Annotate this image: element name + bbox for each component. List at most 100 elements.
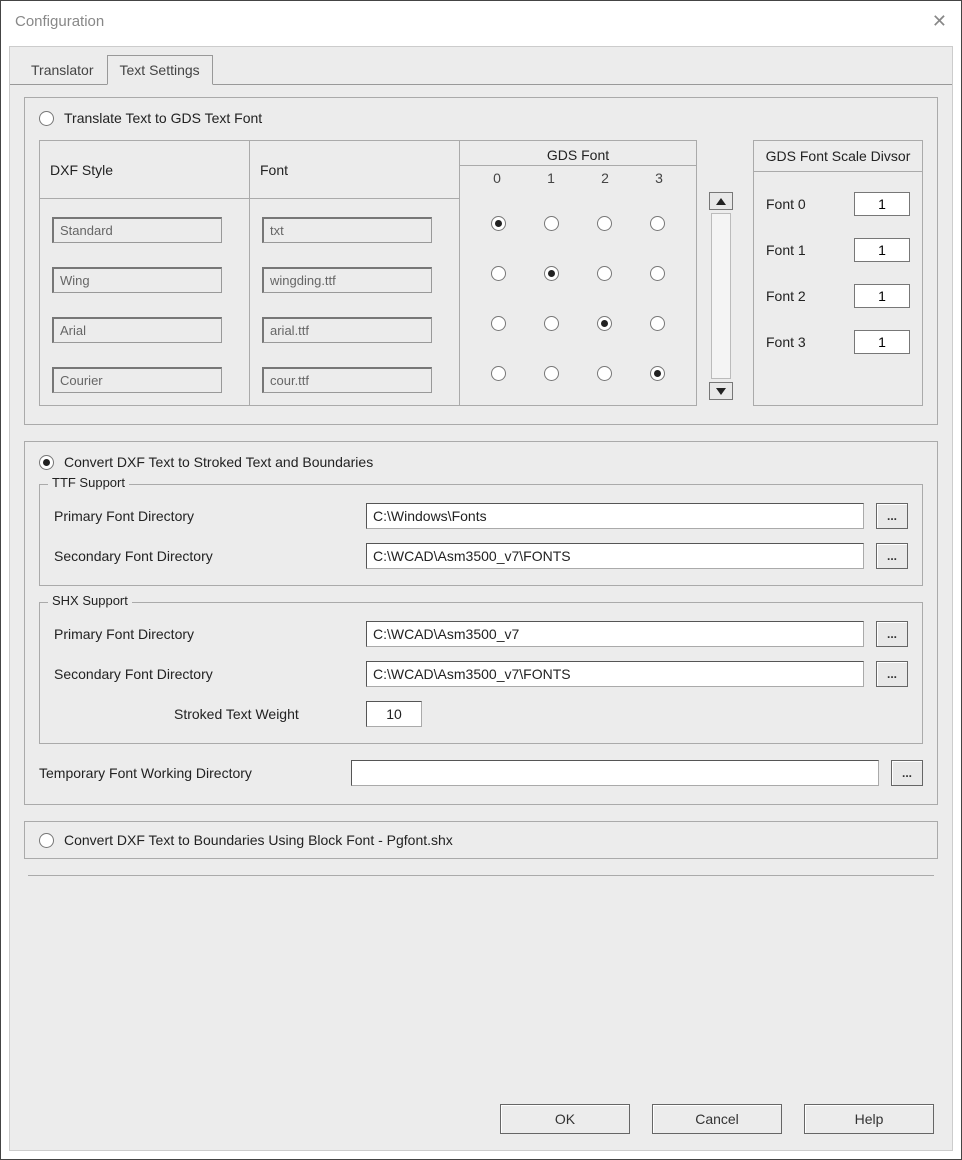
tab-translator[interactable]: Translator [18,55,107,85]
divisor-input-1[interactable] [854,238,910,262]
gds-row-0 [472,210,684,236]
divisor-input-0[interactable] [854,192,910,216]
radio-translate-gds[interactable] [39,111,54,126]
divisor-row-3: Font 3 [766,330,910,354]
panel-convert-block: Convert DXF Text to Boundaries Using Blo… [24,821,938,859]
label-convert-block: Convert DXF Text to Boundaries Using Blo… [64,832,453,848]
gds-radio-2-0[interactable] [491,316,506,331]
spin-down-button[interactable] [709,382,733,400]
font-3 [262,367,432,393]
option-convert-block[interactable]: Convert DXF Text to Boundaries Using Blo… [39,832,923,848]
label-temp-dir: Temporary Font Working Directory [39,765,339,781]
dxf-style-body [40,199,249,405]
gds-radio-0-1[interactable] [544,216,559,231]
divisor-input-2[interactable] [854,284,910,308]
font-body [250,199,459,405]
divisor-label-3: Font 3 [766,334,806,350]
divisor-label-0: Font 0 [766,196,806,212]
label-ttf-secondary: Secondary Font Directory [54,548,354,564]
row-ttf-primary: Primary Font Directory ... [54,503,908,529]
spin-up-button[interactable] [709,192,733,210]
input-shx-primary[interactable] [366,621,864,647]
input-ttf-primary[interactable] [366,503,864,529]
tab-strip: Translator Text Settings [18,55,952,85]
gds-radio-1-0[interactable] [491,266,506,281]
dxf-style-0 [52,217,222,243]
browse-ttf-secondary[interactable]: ... [876,543,908,569]
label-translate-gds: Translate Text to GDS Text Font [64,110,262,126]
gds-radio-0-2[interactable] [597,216,612,231]
gds-radio-1-3[interactable] [650,266,665,281]
panel-convert-stroked: Convert DXF Text to Stroked Text and Bou… [24,441,938,805]
browse-ttf-primary[interactable]: ... [876,503,908,529]
label-convert-stroked: Convert DXF Text to Stroked Text and Bou… [64,454,373,470]
label-stroked-weight: Stroked Text Weight [54,706,354,722]
cancel-button[interactable]: Cancel [652,1104,782,1134]
gds-radio-1-1[interactable] [544,266,559,281]
input-stroked-weight[interactable] [366,701,422,727]
panel-translate-gds: Translate Text to GDS Text Font DXF Styl… [24,97,938,425]
group-ttf-support: TTF Support Primary Font Directory ... S… [39,484,923,586]
gds-radio-0-0[interactable] [491,216,506,231]
font-layout: DXF Style Font [39,140,923,406]
dxf-style-2 [52,317,222,343]
row-stroked-weight: Stroked Text Weight [54,701,908,727]
gds-row-1 [472,260,684,286]
col-font: Font [250,141,459,199]
gds-body [460,192,696,398]
legend-ttf: TTF Support [48,475,129,490]
divisor-input-3[interactable] [854,330,910,354]
group-shx-support: SHX Support Primary Font Directory ... S… [39,602,923,744]
font-2 [262,317,432,343]
gds-radio-3-1[interactable] [544,366,559,381]
browse-temp-dir[interactable]: ... [891,760,923,786]
option-translate-gds[interactable]: Translate Text to GDS Text Font [39,110,923,126]
browse-shx-secondary[interactable]: ... [876,661,908,687]
spin-track[interactable] [711,213,731,379]
ok-button[interactable]: OK [500,1104,630,1134]
input-shx-secondary[interactable] [366,661,864,687]
gds-col-1: 1 [547,170,555,186]
gds-radio-3-3[interactable] [650,366,665,381]
divisor-row-1: Font 1 [766,238,910,262]
dialog-client: Translator Text Settings Translate Text … [9,46,953,1151]
gds-radio-1-2[interactable] [597,266,612,281]
divisor-label-2: Font 2 [766,288,806,304]
close-icon[interactable]: ✕ [932,11,947,32]
gds-col-2: 2 [601,170,609,186]
chevron-down-icon [716,388,726,395]
dialog-buttons: OK Cancel Help [500,1104,934,1134]
row-shx-secondary: Secondary Font Directory ... [54,661,908,687]
gds-radio-2-2[interactable] [597,316,612,331]
tab-text-settings[interactable]: Text Settings [107,55,213,85]
gds-radio-3-2[interactable] [597,366,612,381]
input-ttf-secondary[interactable] [366,543,864,569]
radio-convert-stroked[interactable] [39,455,54,470]
divisor-body: Font 0 Font 1 Font 2 [754,172,922,374]
help-button[interactable]: Help [804,1104,934,1134]
window-title: Configuration [15,13,104,30]
legend-shx: SHX Support [48,593,132,608]
gds-radio-2-1[interactable] [544,316,559,331]
option-convert-stroked[interactable]: Convert DXF Text to Stroked Text and Bou… [39,454,923,470]
panel-scale-divisor: GDS Font Scale Divsor Font 0 Font 1 [753,140,923,406]
gds-row-3 [472,360,684,386]
row-temp-dir: Temporary Font Working Directory ... [39,760,923,786]
gds-radio-2-3[interactable] [650,316,665,331]
label-ttf-primary: Primary Font Directory [54,508,354,524]
dxf-style-1 [52,267,222,293]
gds-radio-3-0[interactable] [491,366,506,381]
gds-col-3: 3 [655,170,663,186]
col-gds-font: GDS Font [460,141,696,166]
divisor-label-1: Font 1 [766,242,806,258]
browse-shx-primary[interactable]: ... [876,621,908,647]
radio-convert-block[interactable] [39,833,54,848]
tab-content: Translate Text to GDS Text Font DXF Styl… [10,85,952,888]
divisor-row-2: Font 2 [766,284,910,308]
font-1 [262,267,432,293]
input-temp-dir[interactable] [351,760,879,786]
gds-col-nums: 0 1 2 3 [460,166,696,192]
label-shx-primary: Primary Font Directory [54,626,354,642]
gds-radio-0-3[interactable] [650,216,665,231]
gds-row-2 [472,310,684,336]
